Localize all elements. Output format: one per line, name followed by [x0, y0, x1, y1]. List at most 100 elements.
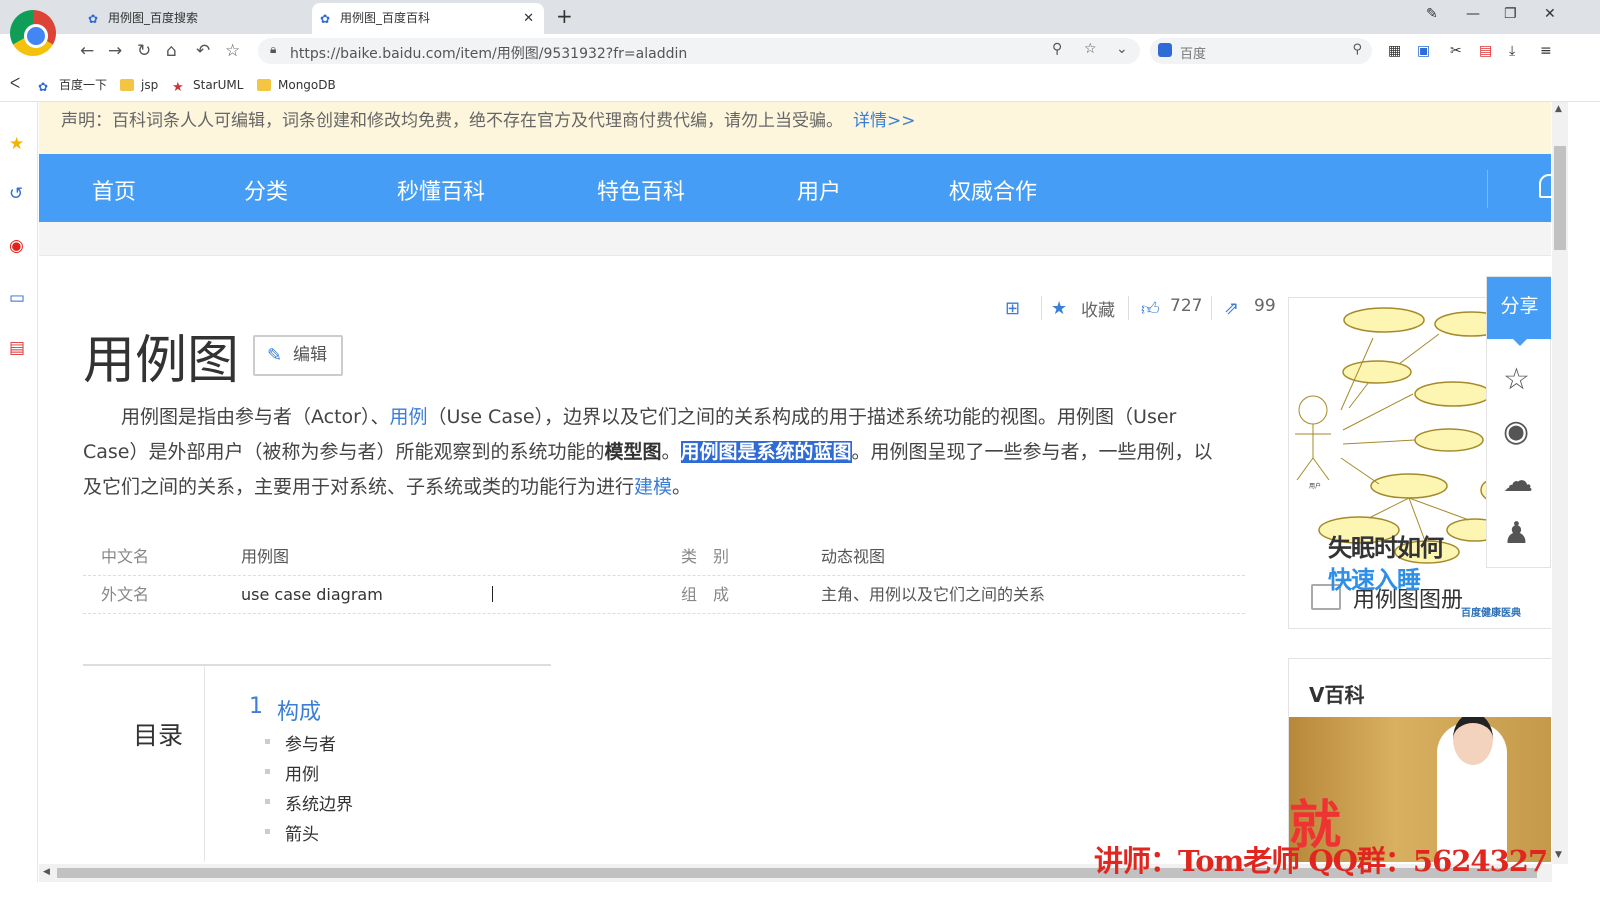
translate-icon[interactable]: ▣: [1417, 43, 1430, 59]
bookmark-label: jsp: [141, 78, 159, 92]
toc-sub-system-boundary[interactable]: 系统边界: [265, 790, 353, 815]
search-icon[interactable]: ⚲: [1352, 42, 1362, 57]
bold-text: 模型图: [604, 441, 662, 463]
bookmark-jsp[interactable]: jsp: [120, 77, 158, 93]
info-value: 动态视图: [821, 547, 886, 566]
notice-details-link[interactable]: 详情>>: [853, 111, 916, 131]
tab-label: 用例图_百度搜索: [108, 11, 199, 25]
vertical-scrollbar[interactable]: ▲ ▼: [1552, 102, 1568, 864]
ad-headline-1[interactable]: 失眠时如何: [1328, 528, 1444, 563]
favorite-icon[interactable]: ☆: [1084, 41, 1097, 57]
highlighted-text[interactable]: 用例图是系统的蓝图: [680, 441, 852, 463]
share-count[interactable]: 99: [1254, 296, 1276, 316]
share-arrow-icon[interactable]: ⇗: [1224, 298, 1239, 319]
divider: [1041, 296, 1042, 320]
bookmark-star-icon[interactable]: ☆: [225, 41, 240, 61]
modeling-link[interactable]: 建模: [634, 476, 672, 498]
toc-sub-arrow[interactable]: 箭头: [265, 820, 319, 845]
ad-headline-2[interactable]: 快速入睡: [1328, 560, 1421, 595]
forward-icon[interactable]: →: [108, 41, 122, 61]
undo-close-icon[interactable]: ↶: [196, 41, 210, 61]
window-bottom: [0, 882, 1600, 900]
pencil-icon: ✎: [267, 345, 283, 366]
apps-grid-icon[interactable]: ▦: [1388, 43, 1401, 59]
close-tab-icon[interactable]: ✕: [523, 3, 534, 34]
nav-category[interactable]: 分类: [244, 174, 288, 206]
scroll-up-icon[interactable]: ▲: [1555, 104, 1562, 114]
home-icon[interactable]: ⌂: [166, 41, 177, 61]
info-value: use case diagram: [241, 585, 383, 604]
v-baike-label: V百科: [1309, 683, 1365, 707]
search-box[interactable]: 百度 ⚲: [1150, 38, 1372, 64]
nav-user[interactable]: 用户: [797, 174, 841, 206]
toc-sub-actor[interactable]: 参与者: [265, 730, 336, 755]
weibo-icon[interactable]: ◉: [9, 236, 24, 256]
bookmark-staruml[interactable]: ★ StarUML: [172, 77, 243, 95]
history-icon[interactable]: ↺: [9, 184, 23, 204]
scroll-left-icon[interactable]: ◀: [43, 867, 50, 877]
bookmark-mongodb[interactable]: MongoDB: [257, 77, 336, 93]
favorites-star-icon[interactable]: ★: [9, 134, 24, 154]
collect-button[interactable]: 收藏: [1081, 296, 1115, 321]
info-value: 主角、用例以及它们之间的关系: [821, 585, 1046, 604]
thumbs-up-icon[interactable]: 👍︎: [1141, 298, 1160, 320]
download-icon[interactable]: ⤓: [1509, 43, 1515, 59]
pdf-icon[interactable]: ▤: [1479, 43, 1492, 59]
nav-home[interactable]: 首页: [92, 174, 136, 206]
bookmark-baidu[interactable]: ✿ 百度一下: [38, 77, 107, 94]
window-icon[interactable]: ▭: [9, 288, 25, 308]
chevron-down-icon[interactable]: ⌄: [1116, 41, 1128, 57]
wechat-icon[interactable]: ☁: [1503, 465, 1533, 499]
pdf-icon[interactable]: ▤: [9, 338, 25, 358]
scroll-thumb[interactable]: [1554, 146, 1566, 250]
info-key: 类 别: [681, 547, 730, 566]
v-baike-card[interactable]: V百科 就: [1288, 658, 1551, 862]
new-tab-button[interactable]: +: [556, 4, 573, 28]
info-row: 中文名 用例图 类 别 动态视图: [83, 538, 1245, 576]
edit-button[interactable]: ✎ 编辑: [253, 335, 343, 376]
tab-baidu-baike[interactable]: ✿ 用例图_百度百科 ✕: [312, 3, 544, 34]
close-window-icon[interactable]: ✕: [1544, 6, 1556, 22]
sidebar-toggle-icon[interactable]: ᐸ: [10, 76, 20, 92]
add-icon[interactable]: ⊞: [1005, 298, 1020, 319]
menu-icon[interactable]: ≡: [1540, 43, 1552, 59]
scroll-down-icon[interactable]: ▼: [1555, 850, 1562, 860]
qzone-star-icon[interactable]: ☆: [1503, 363, 1530, 397]
note-icon[interactable]: ✎: [1426, 6, 1438, 22]
browser-sidebar: ★ ↺ ◉ ▭ ▤: [0, 102, 38, 882]
toc-sub-use-case[interactable]: 用例: [265, 760, 319, 785]
nav-miaodong[interactable]: 秒懂百科: [397, 174, 485, 206]
back-icon[interactable]: ←: [80, 41, 94, 61]
minimize-icon[interactable]: —: [1466, 6, 1480, 22]
address-bar[interactable]: 🔒︎ https://baike.baidu.com/item/用例图/9531…: [258, 38, 1140, 64]
collect-star-icon[interactable]: ★: [1051, 298, 1067, 319]
notice-text: 声明：百科词条人人可编辑，词条创建和修改均免费，绝不存在官方及代理商付费代编，请…: [61, 111, 843, 131]
edit-label: 编辑: [293, 345, 327, 365]
weibo-icon[interactable]: ◉: [1503, 415, 1529, 449]
use-case-link[interactable]: 用例: [390, 406, 428, 428]
info-value: 用例图: [241, 547, 290, 566]
url-text[interactable]: https://baike.baidu.com/item/用例图/9531932…: [290, 43, 687, 63]
qq-penguin-icon[interactable]: ♟: [1503, 517, 1530, 551]
like-count[interactable]: 727: [1170, 296, 1202, 316]
page-content: 声明：百科词条人人可编辑，词条创建和修改均免费，绝不存在官方及代理商付费代编，请…: [39, 102, 1551, 862]
toc-item-composition[interactable]: 构成: [277, 694, 321, 726]
browser-window: ✿ 用例图_百度搜索 ✿ 用例图_百度百科 ✕ + ✎ — ❐ ✕ ← → ↻ …: [0, 0, 1600, 900]
bookmark-label: MongoDB: [278, 78, 336, 92]
baidu-paw-icon: ✿: [320, 12, 331, 26]
tab-baidu-search[interactable]: ✿ 用例图_百度搜索: [80, 3, 312, 34]
folder-icon: [257, 79, 271, 91]
notice-banner: 声明：百科词条人人可编辑，词条创建和修改均免费，绝不存在官方及代理商付费代编，请…: [39, 102, 1551, 154]
user-icon[interactable]: [1539, 174, 1551, 198]
nav-divider: [1487, 170, 1488, 208]
reload-icon[interactable]: ↻: [137, 41, 151, 61]
scissors-icon[interactable]: ✂: [1450, 43, 1462, 59]
share-header[interactable]: 分享: [1487, 277, 1551, 346]
nav-featured[interactable]: 特色百科: [597, 174, 685, 206]
restore-icon[interactable]: ❐: [1504, 6, 1517, 22]
summary-paragraph: 用例图是指由参与者（Actor）、用例（Use Case），边界以及它们之间的关…: [83, 400, 1223, 505]
nav-authority[interactable]: 权威合作: [949, 174, 1037, 206]
browser-logo[interactable]: [10, 10, 56, 56]
zoom-icon[interactable]: ⚲: [1052, 41, 1062, 57]
share-panel: 分享 ☆ ◉ ☁ ♟: [1486, 276, 1551, 568]
